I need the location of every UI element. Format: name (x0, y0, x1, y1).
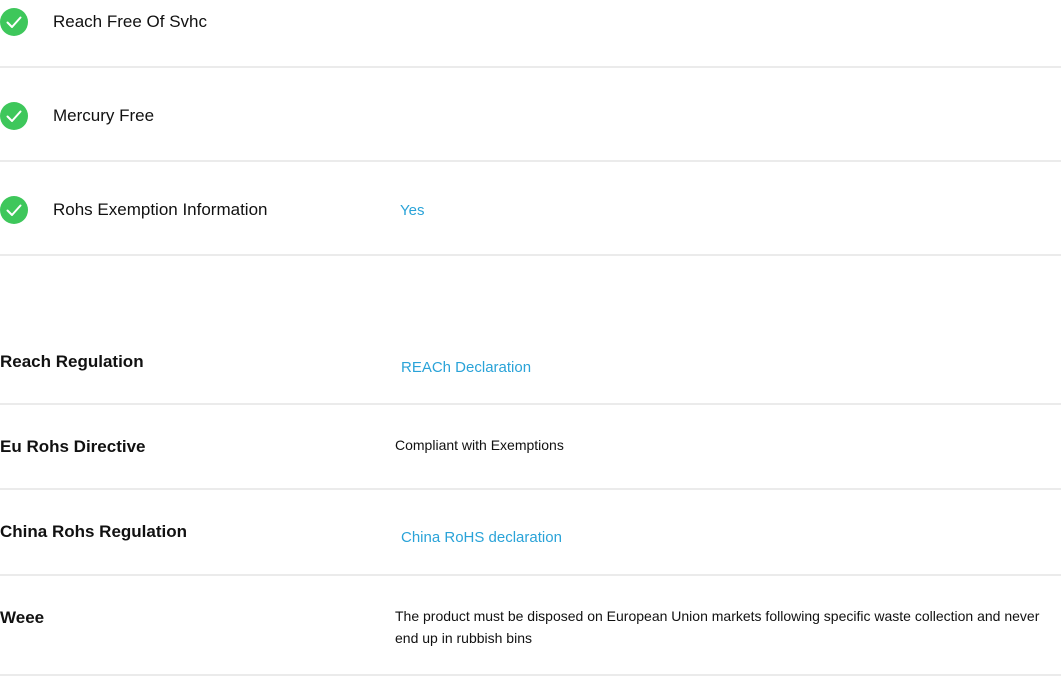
check-label: Mercury Free (53, 106, 155, 125)
check-row-rohs-exemption-information: Rohs Exemption Information Yes (0, 196, 1061, 224)
reach-declaration-link[interactable]: REACh Declaration (401, 359, 531, 377)
check-label: Reach Free Of Svhc (53, 12, 208, 31)
reach-regulation-label: Reach Regulation (0, 352, 144, 371)
divider (0, 160, 1061, 162)
environmental-compliance-panel: Reach Free Of Svhc Mercury Free Rohs Exe… (0, 0, 1061, 676)
checkmark-circle-icon (0, 8, 28, 36)
check-label: Rohs Exemption Information (53, 200, 268, 219)
rohs-exemption-yes-link[interactable]: Yes (400, 202, 424, 220)
china-rohs-regulation-label: China Rohs Regulation (0, 522, 187, 541)
eu-rohs-directive-value: Compliant with Exemptions (395, 437, 564, 453)
weee-label: Weee (0, 608, 45, 627)
eu-rohs-directive-label: Eu Rohs Directive (0, 437, 146, 456)
divider (0, 403, 1061, 405)
check-row-reach-free-of-svhc: Reach Free Of Svhc (0, 8, 1061, 36)
check-row-mercury-free: Mercury Free (0, 102, 1061, 130)
weee-value: The product must be disposed on European… (395, 608, 1040, 646)
divider (0, 488, 1061, 490)
checkmark-circle-icon (0, 196, 28, 224)
checkmark-circle-icon (0, 102, 28, 130)
divider (0, 254, 1061, 256)
divider (0, 574, 1061, 576)
china-rohs-declaration-link[interactable]: China RoHS declaration (401, 529, 562, 547)
divider (0, 66, 1061, 68)
